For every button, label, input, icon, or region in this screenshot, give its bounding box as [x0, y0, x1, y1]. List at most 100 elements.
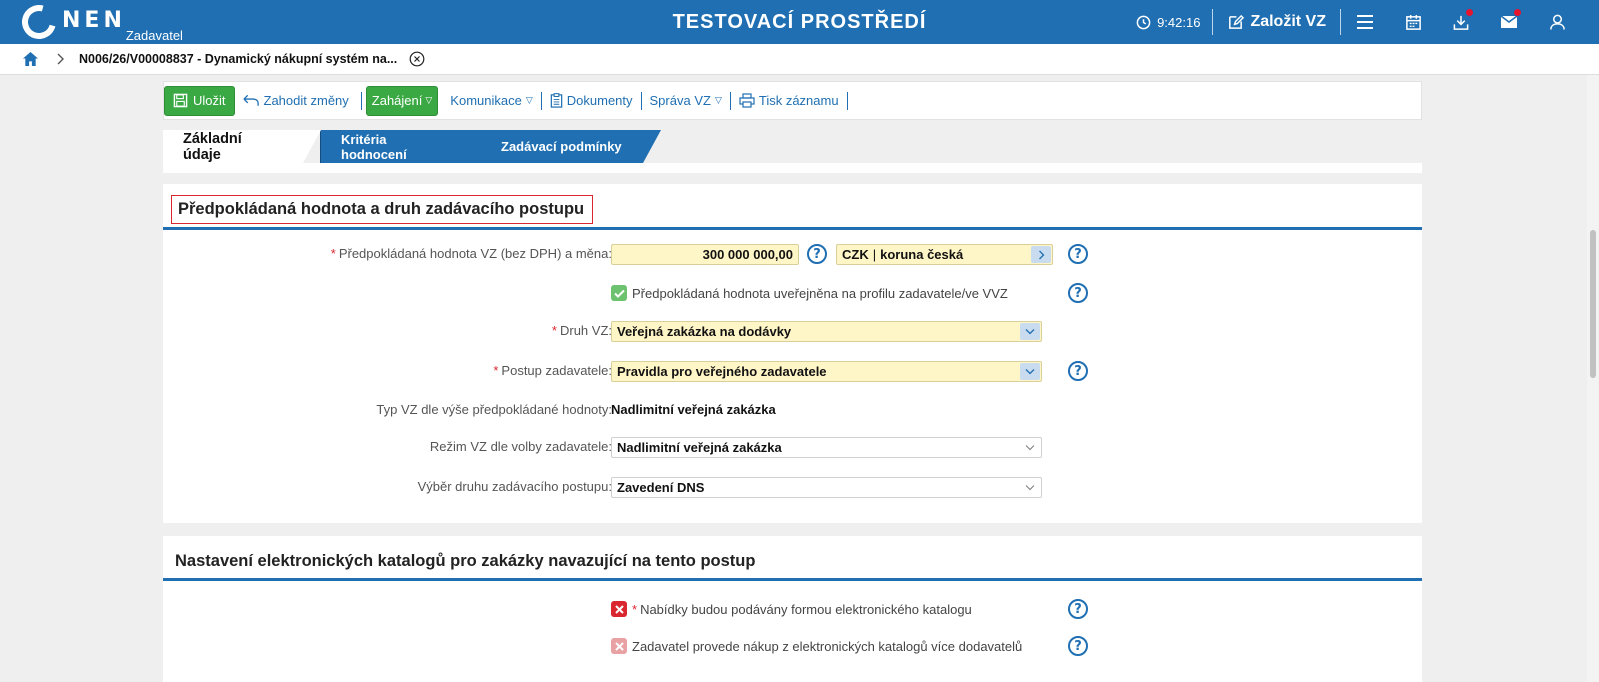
documents-link[interactable]: Dokumenty: [542, 91, 642, 110]
regime-label: Režim VZ dle volby zadavatele:: [429, 439, 612, 454]
help-icon[interactable]: ?: [1068, 244, 1088, 264]
x-icon: [614, 641, 624, 651]
required-mark: *: [330, 246, 336, 261]
estimated-value-label-text: Předpokládaná hodnota VZ (bez DPH) a měn…: [338, 246, 612, 261]
help-icon[interactable]: ?: [1068, 599, 1088, 619]
published-label: Předpokládaná hodnota uveřejněna na prof…: [632, 286, 1008, 301]
home-icon[interactable]: [22, 51, 39, 67]
currency-select[interactable]: CZK | koruna česká: [836, 244, 1053, 265]
caret-down-icon: ▽: [425, 95, 433, 105]
help-icon[interactable]: ?: [807, 244, 827, 264]
start-button[interactable]: Zahájení ▽: [365, 85, 439, 116]
discard-changes-link[interactable]: Zahodit změny: [235, 92, 357, 110]
undo-icon: [242, 94, 259, 106]
page-scrollbar[interactable]: [1587, 75, 1599, 682]
published-checkbox[interactable]: [611, 285, 627, 301]
calendar-button[interactable]: [1389, 0, 1437, 44]
user-icon: [1549, 14, 1565, 30]
chevron-down-icon[interactable]: [1020, 439, 1040, 456]
messages-button[interactable]: [1485, 0, 1533, 44]
close-icon[interactable]: [409, 51, 425, 67]
notification-dot: [1514, 9, 1521, 16]
value-and-procedure-section: Předpokládaná hodnota a druh zadávacího …: [163, 184, 1422, 523]
contract-type-select[interactable]: Veřejná zakázka na dodávky: [611, 321, 1042, 342]
size-type-label: Typ VZ dle výše předpokládané hodnoty:: [376, 402, 612, 417]
documents-label: Dokumenty: [566, 93, 633, 108]
multi-supplier-checkbox[interactable]: [611, 638, 627, 654]
edit-icon: [1229, 14, 1245, 29]
communication-label: Komunikace: [450, 93, 522, 108]
create-vz-label: Založit VZ: [1250, 13, 1326, 30]
procedure-label-text: Postup zadavatele:: [501, 363, 612, 378]
tab-label: Kritéria hodnocení: [341, 131, 407, 162]
regime-value: Nadlimitní veřejná zakázka: [617, 440, 782, 455]
estimated-value-label: * Předpokládaná hodnota VZ (bez DPH) a mě…: [331, 246, 612, 261]
tab-tender-conditions[interactable]: Zadávací podmínky: [472, 130, 661, 163]
contract-type-label: * Druh VZ:: [552, 323, 612, 338]
logo-subtitle: Zadavatel: [125, 28, 183, 43]
chevron-down-icon[interactable]: [1020, 323, 1040, 340]
save-icon: [173, 93, 188, 108]
required-mark: *: [551, 323, 557, 338]
document-icon: [550, 93, 563, 108]
multi-supplier-label: Zadavatel provede nákup z elektronických…: [632, 639, 1023, 654]
menu-button[interactable]: [1341, 0, 1389, 44]
discard-changes-label: Zahodit změny: [263, 93, 349, 108]
caret-down-icon: ▽: [525, 95, 533, 105]
chevron-down-icon[interactable]: [1020, 363, 1040, 380]
print-icon: [739, 93, 755, 108]
procedure-label: * Postup zadavatele:: [493, 363, 612, 378]
help-icon[interactable]: ?: [1068, 283, 1088, 303]
mail-icon: [1500, 15, 1518, 28]
toolbar: Uložit Zahodit změny Zahájení ▽ Komunika…: [163, 81, 1422, 120]
save-label: Uložit: [193, 93, 226, 108]
divider: [360, 91, 362, 110]
tab-label: Zadávací podmínky: [501, 139, 622, 154]
tab-bar: Základní údaje Kritéria hodnocení Zadáva…: [163, 130, 661, 163]
save-button[interactable]: Uložit: [164, 85, 235, 116]
tab-basic-info[interactable]: Základní údaje: [163, 130, 321, 163]
required-mark: *: [493, 363, 499, 378]
procedure-choice-select[interactable]: Zavedení DNS: [611, 477, 1042, 498]
downloads-button[interactable]: [1437, 0, 1485, 44]
section-title: Nastavení elektronických katalogů pro za…: [175, 552, 756, 570]
print-record-link[interactable]: Tisk záznamu: [731, 91, 848, 110]
create-vz-button[interactable]: Založit VZ: [1213, 9, 1341, 35]
catalog-offers-text: Nabídky budou podávány formou elektronic…: [640, 602, 972, 617]
notification-dot: [1466, 9, 1473, 16]
procedure-value: Pravidla pro veřejného zadavatele: [617, 364, 827, 379]
print-record-label: Tisk záznamu: [758, 93, 839, 108]
session-clock: 9:42:16: [1136, 9, 1214, 35]
check-icon: [613, 289, 625, 298]
caret-down-icon: ▽: [714, 95, 722, 105]
help-icon[interactable]: ?: [1068, 636, 1088, 656]
procedure-select[interactable]: Pravidla pro veřejného zadavatele: [611, 361, 1042, 382]
logo-text: NEN: [62, 8, 126, 33]
regime-select[interactable]: Nadlimitní veřejná zakázka: [611, 437, 1042, 458]
tab-content-strip: [163, 163, 1422, 173]
user-button[interactable]: [1533, 0, 1581, 44]
top-bar: NEN Zadavatel TESTOVACÍ PROSTŘEDÍ 9:42:1…: [0, 0, 1599, 46]
help-icon[interactable]: ?: [1068, 361, 1088, 381]
tab-evaluation-criteria[interactable]: Kritéria hodnocení: [320, 130, 491, 163]
procedure-choice-value: Zavedení DNS: [617, 480, 705, 495]
logo-ring-icon: [15, 0, 63, 46]
vz-management-menu[interactable]: Správa VZ ▽: [642, 91, 731, 110]
breadcrumb-current[interactable]: N006/26/V00008837 - Dynamický nákupní sy…: [79, 52, 397, 66]
electronic-catalogs-section: Nastavení elektronických katalogů pro za…: [163, 536, 1422, 682]
catalog-offers-checkbox[interactable]: [611, 601, 627, 617]
procedure-choice-label: Výběr druhu zadávacího postupu:: [417, 479, 612, 494]
chevron-right-icon[interactable]: [1031, 246, 1051, 263]
section-title: Předpokládaná hodnota a druh zadávacího …: [171, 195, 594, 224]
communication-menu[interactable]: Komunikace ▽: [442, 91, 542, 110]
chevron-down-icon[interactable]: [1020, 479, 1040, 496]
size-type-value: Nadlimitní veřejná zakázka: [611, 402, 776, 417]
chevron-right-icon: [57, 53, 64, 65]
currency-separator: |: [872, 247, 877, 262]
estimated-value-input[interactable]: 300 000 000,00: [611, 244, 799, 265]
nen-logo[interactable]: NEN Zadavatel: [15, 0, 183, 46]
currency-code: CZK: [842, 247, 869, 262]
scrollbar-thumb[interactable]: [1590, 230, 1596, 378]
menu-icon: [1357, 15, 1373, 29]
contract-type-value: Veřejná zakázka na dodávky: [617, 324, 792, 339]
